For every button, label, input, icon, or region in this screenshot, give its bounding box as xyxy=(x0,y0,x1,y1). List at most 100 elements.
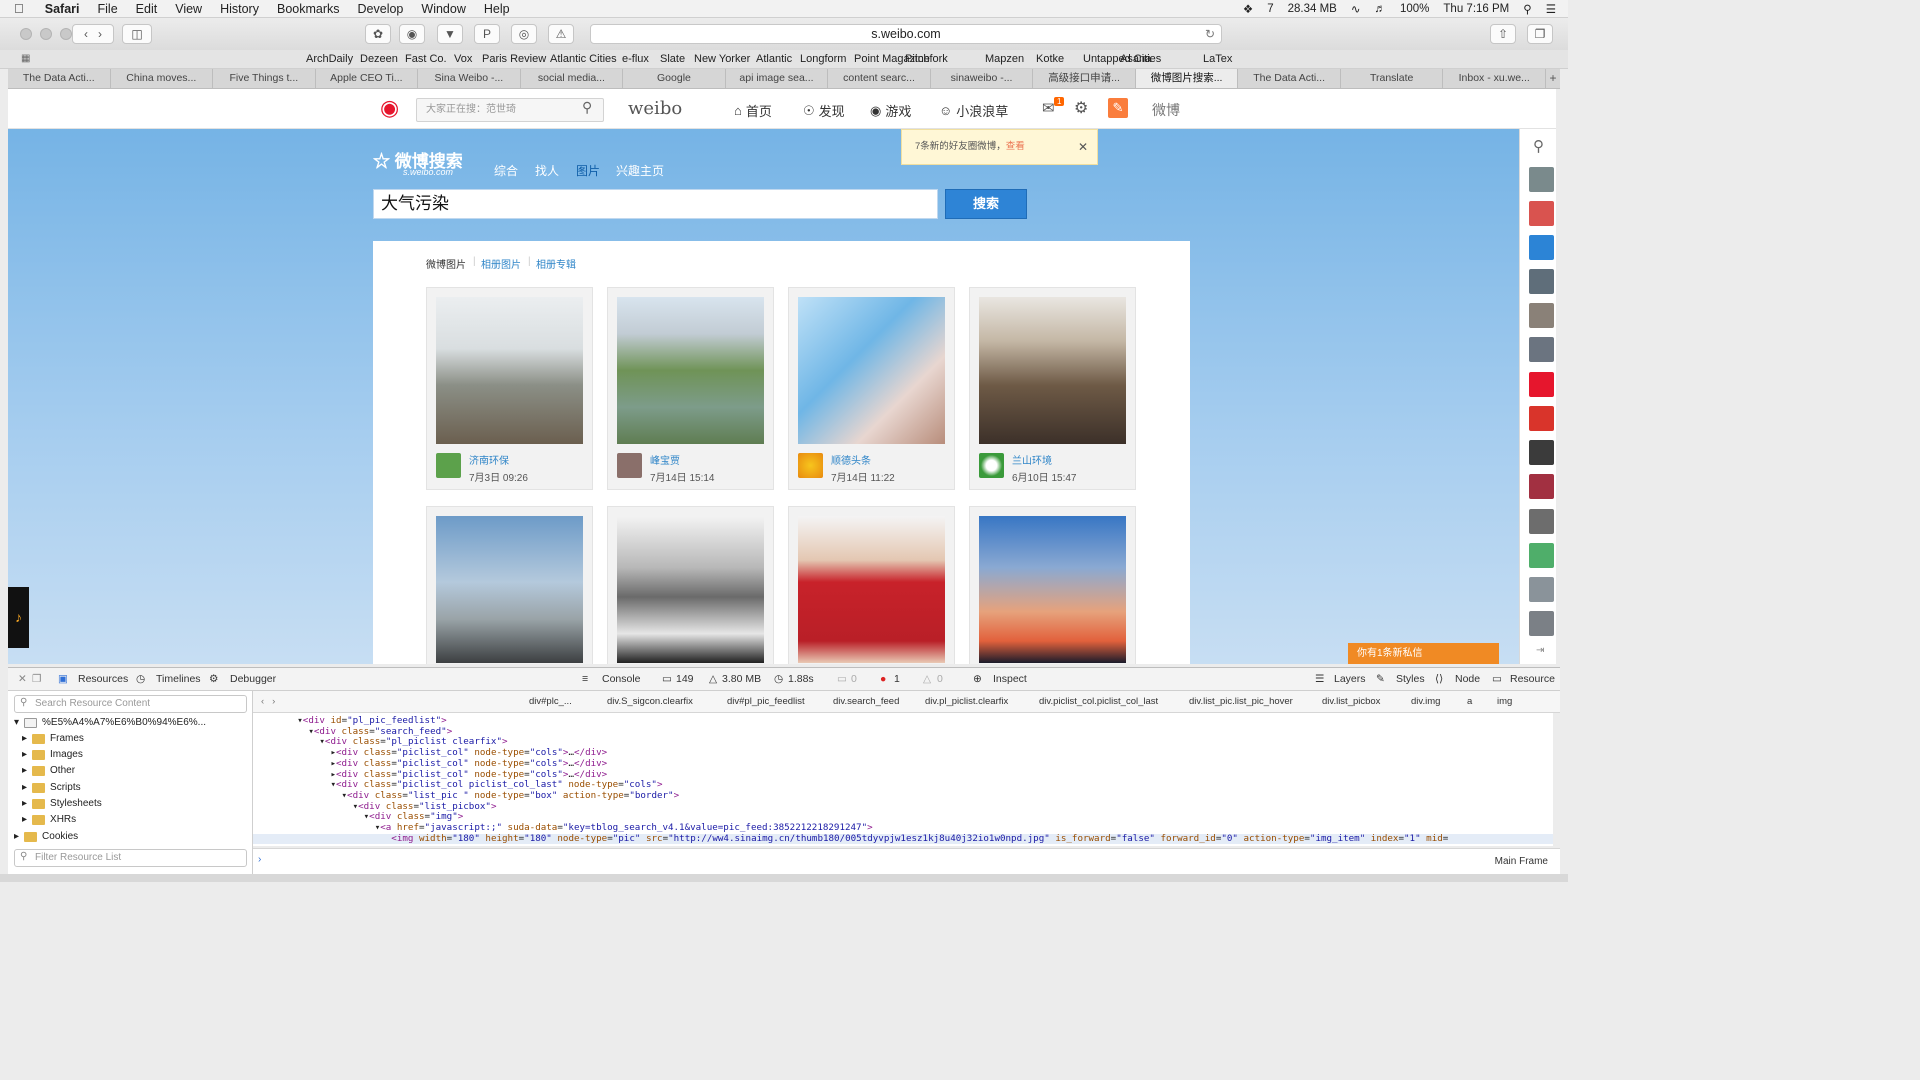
breadcrumb-item[interactable]: div.S_sigcon.clearfix xyxy=(607,696,693,707)
collapse-icon[interactable]: ⇥ xyxy=(1536,645,1544,656)
bookmark-item[interactable]: Kotke xyxy=(1036,53,1064,65)
console-icon[interactable]: ≡ xyxy=(582,673,588,685)
breadcrumb-item[interactable]: div.list_pic.list_pic_hover xyxy=(1189,696,1293,707)
wifi-icon[interactable]: ∿ xyxy=(1351,2,1361,16)
timeline-icon[interactable]: ◷ xyxy=(136,673,145,685)
bookmark-item[interactable]: Pitchfork xyxy=(905,53,948,65)
apple-icon[interactable]:  xyxy=(0,1,36,16)
avatar[interactable] xyxy=(436,453,461,478)
result-image[interactable] xyxy=(979,297,1126,444)
bookmark-item[interactable]: e-flux xyxy=(622,53,649,65)
browser-tab[interactable]: api image sea... xyxy=(726,69,829,88)
result-card[interactable] xyxy=(969,506,1136,664)
music-note-icon[interactable]: ♪ xyxy=(8,587,29,648)
avatar[interactable] xyxy=(1529,235,1554,260)
eye-icon[interactable]: ◉ xyxy=(399,24,425,44)
zoom-window-icon[interactable] xyxy=(60,28,72,40)
breadcrumb-item[interactable]: div#plc_... xyxy=(529,696,572,707)
avatar[interactable] xyxy=(1529,543,1554,568)
weibo-wordmark[interactable]: weibo xyxy=(628,98,682,119)
avatar[interactable] xyxy=(1529,303,1554,328)
result-card[interactable]: 顺德头条 7月14日 11:22 xyxy=(788,287,955,490)
breadcrumb-item[interactable]: a xyxy=(1467,696,1472,707)
menu-view[interactable]: View xyxy=(166,2,211,16)
browser-tab[interactable]: Five Things t... xyxy=(213,69,316,88)
weibo-search-logo[interactable]: ☆ 微博搜索 s.weibo.com xyxy=(373,147,463,177)
bookmark-item[interactable]: Atlantic xyxy=(756,53,792,65)
dom-line[interactable]: <img width="180" height="180" node-type=… xyxy=(253,833,1553,845)
resource-size[interactable]: 3.80 MB xyxy=(722,673,761,685)
bookmark-item[interactable]: Dezeen xyxy=(360,53,398,65)
avatar[interactable] xyxy=(1529,372,1554,397)
result-user[interactable]: 济南环保 xyxy=(469,452,509,467)
pocket-icon[interactable]: ▼ xyxy=(437,24,463,44)
breadcrumb-item[interactable]: img xyxy=(1497,696,1512,707)
bookmark-item[interactable]: Longform xyxy=(800,53,846,65)
tab-layers[interactable]: Layers xyxy=(1334,673,1366,685)
resources-icon[interactable]: ▣ xyxy=(58,673,68,685)
share-icon[interactable]: ⇧ xyxy=(1490,24,1516,44)
bookmark-item[interactable]: Asana xyxy=(1120,53,1151,65)
new-tab-icon[interactable]: + xyxy=(1546,69,1560,88)
avatar[interactable] xyxy=(1529,577,1554,602)
tab-debugger[interactable]: Debugger xyxy=(230,673,276,685)
console-prompt[interactable]: › Main Frame xyxy=(253,848,1560,874)
ghostery-icon[interactable]: ◎ xyxy=(511,24,537,44)
nav-discover[interactable]: ☉ 发现 xyxy=(803,101,845,120)
breadcrumb-item[interactable]: div#pl_pic_feedlist xyxy=(727,696,805,707)
tabs-overview-icon[interactable]: ❐ xyxy=(1527,24,1553,44)
nav-games[interactable]: ◉ 游戏 xyxy=(870,101,911,120)
menu-window[interactable]: Window xyxy=(412,2,474,16)
menu-bookmarks[interactable]: Bookmarks xyxy=(268,2,349,16)
address-bar[interactable]: s.weibo.com xyxy=(590,24,1222,44)
nav-home[interactable]: ⌂ 首页 xyxy=(734,101,772,120)
browser-tab[interactable]: content searc... xyxy=(828,69,931,88)
result-card[interactable]: 兰山环境 6月10日 15:47 xyxy=(969,287,1136,490)
result-user[interactable]: 峰宝贾 xyxy=(650,452,680,467)
dropbox-icon[interactable]: ❖ xyxy=(1243,2,1253,16)
breadcrumb-item[interactable]: div.search_feed xyxy=(833,696,899,707)
result-card[interactable]: 济南环保 7月3日 09:26 xyxy=(426,287,593,490)
search-tab-pictures[interactable]: 图片 xyxy=(576,162,600,179)
subtab-albums[interactable]: 相册专辑 xyxy=(536,256,576,271)
browser-tab[interactable]: Translate xyxy=(1341,69,1444,88)
extension-icon[interactable]: ✿ xyxy=(365,24,391,44)
browser-tab[interactable]: Sina Weibo -... xyxy=(418,69,521,88)
avatar[interactable] xyxy=(798,453,823,478)
menu-file[interactable]: File xyxy=(89,2,127,16)
avatar[interactable] xyxy=(979,453,1004,478)
browser-tab[interactable]: 高级接口申请... xyxy=(1033,69,1136,88)
notice-view-link[interactable]: 查看 xyxy=(1006,141,1025,152)
bookmark-item[interactable]: Atlantic Cities xyxy=(550,53,617,65)
result-image[interactable] xyxy=(798,516,945,663)
pinterest-icon[interactable]: P xyxy=(474,24,500,44)
menu-develop[interactable]: Develop xyxy=(349,2,413,16)
bookmark-item[interactable]: Slate xyxy=(660,53,685,65)
tab-timelines[interactable]: Timelines xyxy=(156,673,201,685)
grid-icon[interactable]: ▦ xyxy=(21,53,30,64)
request-count[interactable]: 149 xyxy=(676,673,694,685)
browser-tab[interactable]: 微博图片搜索... xyxy=(1135,69,1239,88)
result-image[interactable] xyxy=(979,516,1126,663)
subtab-album-pics[interactable]: 相册图片 xyxy=(481,256,521,271)
browser-tab[interactable]: Google xyxy=(623,69,726,88)
bookmark-item[interactable]: Vox xyxy=(454,53,472,65)
close-icon[interactable]: ✕ xyxy=(1078,130,1088,164)
frame-selector[interactable]: Main Frame xyxy=(1495,856,1548,867)
bookmark-item[interactable]: ArchDaily xyxy=(306,53,353,65)
nav-profile[interactable]: ☺ 小浪浪草 xyxy=(939,101,1008,120)
menu-history[interactable]: History xyxy=(211,2,268,16)
app-menu[interactable]: Safari xyxy=(36,2,89,16)
browser-tab[interactable]: Apple CEO Ti... xyxy=(316,69,419,88)
avatar[interactable] xyxy=(1529,406,1554,431)
tab-node[interactable]: Node xyxy=(1455,673,1480,685)
result-card[interactable] xyxy=(426,506,593,664)
notification-badge[interactable]: 7 xyxy=(1267,3,1273,15)
avatar[interactable] xyxy=(1529,167,1554,192)
bookmark-item[interactable]: Paris Review xyxy=(482,53,546,65)
browser-tab[interactable]: China moves... xyxy=(111,69,214,88)
search-tab-interest[interactable]: 兴趣主页 xyxy=(616,162,664,179)
avatar[interactable] xyxy=(1529,509,1554,534)
tree-folder[interactable]: ▸ Stylesheets xyxy=(22,798,102,809)
bookmark-item[interactable]: New Yorker xyxy=(694,53,750,65)
